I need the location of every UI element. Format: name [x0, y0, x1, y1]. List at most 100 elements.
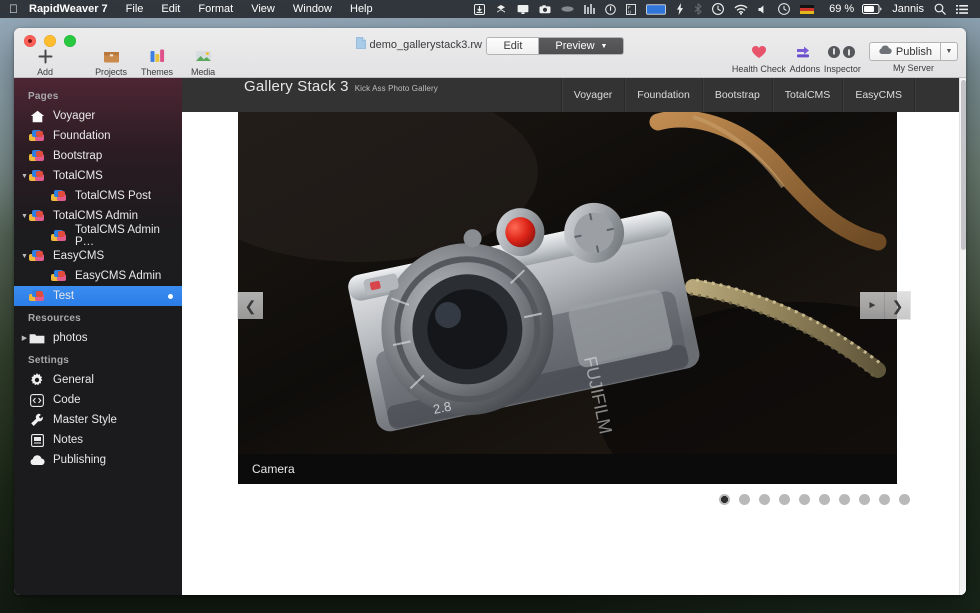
gallery-photo[interactable]: 2.8 FUJIFILM	[238, 112, 897, 454]
sidebar-item-photos[interactable]: ▶ photos	[14, 328, 182, 348]
sidebar-item-voyager[interactable]: Voyager	[14, 106, 182, 126]
apple-logo-icon[interactable]: 	[9, 3, 18, 15]
clock-icon[interactable]	[778, 3, 791, 15]
heart-icon	[751, 42, 767, 62]
gallery-next-button[interactable]: ❯	[885, 292, 910, 319]
sidebar-item-publishing[interactable]: Publishing	[14, 450, 182, 470]
edit-preview-segmented-control[interactable]: Edit Preview ▼	[486, 37, 625, 55]
publish-dropdown-button[interactable]: ▼	[941, 42, 958, 61]
inspector-label: Inspector	[823, 64, 861, 74]
addons-button[interactable]: Addons	[788, 42, 822, 74]
disclosure-triangle-icon[interactable]: ▼	[20, 173, 29, 180]
sidebar-item-totalcms[interactable]: ▼ TotalCMS	[14, 166, 182, 186]
menu-item-view[interactable]: View	[242, 3, 284, 15]
lightning-icon[interactable]	[676, 3, 684, 15]
sidebar-item-test[interactable]: Test	[14, 286, 182, 306]
menu-item-help[interactable]: Help	[341, 3, 382, 15]
stacks-icon	[28, 169, 46, 183]
sidebar-item-foundation[interactable]: Foundation	[14, 126, 182, 146]
sidebar-item-notes[interactable]: Notes	[14, 430, 182, 450]
sidebar-item-label: Bootstrap	[53, 150, 103, 162]
battery-status[interactable]: 69 %	[824, 3, 882, 15]
sidebar-item-master-style[interactable]: Master Style	[14, 410, 182, 430]
nav-link-foundation[interactable]: Foundation	[624, 78, 702, 112]
disclosure-triangle-icon[interactable]: ▼	[20, 213, 29, 220]
sidebar-item-totalcms-admin-page[interactable]: TotalCMS Admin P…	[14, 224, 182, 248]
equalizer-icon[interactable]	[584, 3, 596, 15]
pagination-dot[interactable]	[779, 494, 790, 505]
nav-link-bootstrap[interactable]: Bootstrap	[701, 78, 772, 112]
sidebar-item-bootstrap[interactable]: Bootstrap	[14, 146, 182, 166]
health-check-label: Health Check	[731, 64, 786, 74]
notes-icon	[28, 433, 46, 447]
keyboard-flag-icon[interactable]	[800, 4, 815, 14]
menu-app-name[interactable]: RapidWeaver 7	[29, 3, 117, 15]
camera-photo-illustration: 2.8 FUJIFILM	[238, 112, 897, 454]
volume-icon[interactable]	[758, 4, 768, 15]
scrollbar-thumb[interactable]	[961, 80, 966, 250]
nav-link-voyager[interactable]: Voyager	[560, 78, 625, 112]
sidebar-item-label: EasyCMS	[53, 250, 105, 262]
nav-link-easycms[interactable]: EasyCMS	[842, 78, 914, 112]
menu-item-edit[interactable]: Edit	[152, 3, 189, 15]
menu-user-name[interactable]: Jannis	[892, 3, 924, 15]
pagination-dot[interactable]	[839, 494, 850, 505]
notification-list-icon[interactable]	[956, 4, 968, 15]
code-icon	[28, 393, 46, 407]
stacks-icon	[50, 229, 68, 243]
sidebar-item-label: Foundation	[53, 130, 111, 142]
menu-item-file[interactable]: File	[117, 3, 153, 15]
display-icon[interactable]	[517, 4, 529, 15]
gallery-prev-button[interactable]: ❮	[238, 292, 263, 319]
themes-button-label: Themes	[141, 67, 173, 77]
sidebar-item-label: Notes	[53, 434, 84, 446]
timemachine-icon[interactable]	[712, 3, 725, 15]
folder-icon	[28, 332, 46, 344]
document-icon	[355, 37, 366, 52]
nav-link-totalcms[interactable]: TotalCMS	[771, 78, 843, 112]
flux-icon[interactable]: FU	[626, 3, 637, 15]
sidebar-item-label: TotalCMS Admin P…	[74, 224, 160, 248]
screenshot-icon[interactable]	[474, 3, 486, 15]
menu-item-format[interactable]: Format	[189, 3, 242, 15]
wifi-icon[interactable]	[734, 4, 748, 15]
disclosure-triangle-icon[interactable]: ▼	[20, 253, 29, 260]
pagination-dot[interactable]	[859, 494, 870, 505]
sidebar-item-totalcms-post[interactable]: TotalCMS Post	[14, 186, 182, 206]
camera-icon[interactable]	[539, 4, 551, 15]
pagination-dot[interactable]	[719, 494, 730, 505]
chevron-left-icon: ❮	[244, 297, 257, 314]
publish-button[interactable]: Publish	[868, 42, 941, 61]
gallery-play-button[interactable]: ►	[860, 292, 885, 319]
preview-scrollbar[interactable]	[959, 78, 966, 595]
ellipse-icon[interactable]	[561, 4, 574, 14]
pagination-dot[interactable]	[759, 494, 770, 505]
menu-bar:  RapidWeaver 7 File Edit Format View Wi…	[0, 0, 980, 18]
pagination-dot[interactable]	[899, 494, 910, 505]
bluetooth-icon[interactable]	[694, 3, 702, 15]
pagination-dot[interactable]	[819, 494, 830, 505]
sidebar-item-label: TotalCMS Admin	[53, 210, 139, 222]
publish-group: Publish ▼ My Server	[868, 42, 958, 73]
menu-item-window[interactable]: Window	[284, 3, 341, 15]
site-header: Gallery Stack 3 Kick Ass Photo Gallery V…	[182, 78, 966, 112]
inspector-button[interactable]: Inspector	[824, 42, 861, 74]
blue-display-icon[interactable]	[646, 3, 667, 15]
pagination-dot[interactable]	[799, 494, 810, 505]
tab-edit[interactable]: Edit	[487, 38, 539, 54]
sidebar-item-totalcms-admin[interactable]: ▼ TotalCMS Admin	[14, 206, 182, 226]
site-brand[interactable]: Gallery Stack 3 Kick Ass Photo Gallery	[182, 78, 561, 112]
pagination-dot[interactable]	[879, 494, 890, 505]
health-check-button[interactable]: Health Check	[732, 42, 786, 74]
sidebar-item-easycms-admin[interactable]: EasyCMS Admin	[14, 266, 182, 286]
info-circle-icon[interactable]	[605, 3, 616, 15]
stacks-icon	[28, 289, 46, 303]
pagination-dot[interactable]	[739, 494, 750, 505]
sidebar-item-code[interactable]: Code	[14, 390, 182, 410]
disclosure-triangle-icon[interactable]: ▶	[20, 335, 29, 342]
search-icon[interactable]	[934, 3, 946, 15]
sidebar-item-general[interactable]: General	[14, 370, 182, 390]
dropbox-icon[interactable]	[495, 4, 507, 15]
tab-preview[interactable]: Preview ▼	[538, 38, 624, 54]
sidebar-item-easycms[interactable]: ▼ EasyCMS	[14, 246, 182, 266]
